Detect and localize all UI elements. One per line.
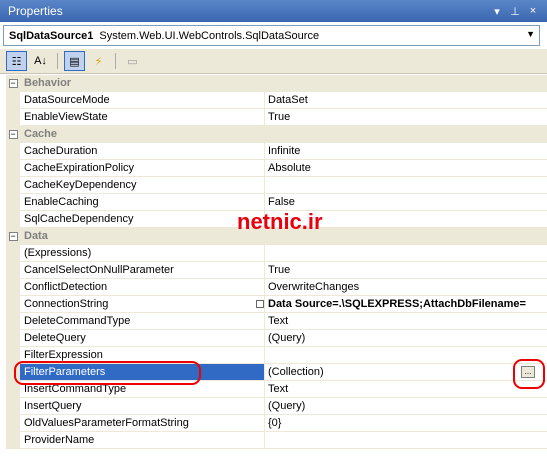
property-value[interactable]: DataSet: [265, 92, 547, 108]
toolbar-separator: [115, 53, 116, 69]
property-value[interactable]: Infinite: [265, 143, 547, 159]
property-value[interactable]: OverwriteChanges: [265, 279, 547, 295]
property-name[interactable]: ConnectionString: [20, 296, 265, 312]
row-gutter: [6, 245, 20, 262]
property-row[interactable]: InsertQuery (Query): [6, 398, 547, 415]
dropdown-window-icon[interactable]: ▾: [489, 3, 505, 19]
row-gutter: [6, 313, 20, 330]
object-selector[interactable]: SqlDataSource1 System.Web.UI.WebControls…: [3, 25, 540, 46]
property-value[interactable]: [265, 347, 547, 363]
window-titlebar: Properties ▾ ⊥ ×: [0, 0, 547, 22]
row-gutter: [6, 296, 20, 313]
property-value[interactable]: Data Source=.\SQLEXPRESS;AttachDbFilenam…: [265, 296, 547, 312]
property-value[interactable]: True: [265, 262, 547, 278]
property-value[interactable]: True: [265, 109, 547, 125]
row-gutter: [6, 398, 20, 415]
property-name[interactable]: CacheKeyDependency: [20, 177, 265, 193]
property-row[interactable]: (Expressions): [6, 245, 547, 262]
property-row[interactable]: ConnectionString Data Source=.\SQLEXPRESS…: [6, 296, 547, 313]
property-name[interactable]: CacheExpirationPolicy: [20, 160, 265, 176]
object-type: System.Web.UI.WebControls.SqlDataSource: [99, 29, 320, 42]
connection-icon: [256, 300, 264, 308]
property-value[interactable]: (Collection): [265, 364, 547, 380]
collapse-icon[interactable]: −: [6, 75, 20, 92]
chevron-down-icon[interactable]: ▼: [526, 29, 535, 39]
property-name[interactable]: DeleteQuery: [20, 330, 265, 346]
row-gutter: [6, 109, 20, 126]
property-name[interactable]: EnableCaching: [20, 194, 265, 210]
events-icon[interactable]: ⚡: [88, 51, 109, 71]
row-gutter: [6, 194, 20, 211]
property-value[interactable]: [265, 432, 547, 448]
property-row[interactable]: CacheDuration Infinite: [6, 143, 547, 160]
row-gutter: [6, 415, 20, 432]
property-value[interactable]: Absolute: [265, 160, 547, 176]
property-value[interactable]: Text: [265, 313, 547, 329]
row-gutter: [6, 92, 20, 109]
row-gutter: [6, 262, 20, 279]
row-gutter: [6, 330, 20, 347]
pin-icon[interactable]: ⊥: [507, 3, 523, 19]
property-value[interactable]: (Query): [265, 330, 547, 346]
highlight-oval-ellipsis: [513, 359, 545, 389]
property-name[interactable]: DataSourceMode: [20, 92, 265, 108]
category-label: Behavior: [24, 77, 72, 89]
property-row[interactable]: ConflictDetection OverwriteChanges: [6, 279, 547, 296]
property-row[interactable]: CacheExpirationPolicy Absolute: [6, 160, 547, 177]
property-name[interactable]: CacheDuration: [20, 143, 265, 159]
close-icon[interactable]: ×: [525, 3, 541, 19]
property-value[interactable]: [265, 177, 547, 193]
property-name[interactable]: CancelSelectOnNullParameter: [20, 262, 265, 278]
collapse-icon[interactable]: −: [6, 126, 20, 143]
property-row[interactable]: DeleteQuery (Query): [6, 330, 547, 347]
toolbar-separator: [57, 53, 58, 69]
category-cache[interactable]: − Cache: [6, 126, 547, 143]
collapse-icon[interactable]: −: [6, 228, 20, 245]
property-value[interactable]: [265, 245, 547, 261]
property-name[interactable]: (Expressions): [20, 245, 265, 261]
category-label: Cache: [24, 128, 58, 140]
row-gutter: [6, 160, 20, 177]
property-row[interactable]: CacheKeyDependency: [6, 177, 547, 194]
property-value[interactable]: (Query): [265, 398, 547, 414]
property-value[interactable]: {0}: [265, 415, 547, 431]
window-title: Properties: [8, 4, 63, 18]
property-pages-icon[interactable]: ▭: [122, 51, 143, 71]
watermark: netnic.ir: [237, 209, 323, 234]
property-name[interactable]: SqlCacheDependency: [20, 211, 265, 227]
row-gutter: [6, 177, 20, 194]
properties-icon[interactable]: ▤: [64, 51, 85, 71]
property-row[interactable]: CancelSelectOnNullParameter True: [6, 262, 547, 279]
property-row[interactable]: ProviderName: [6, 432, 547, 449]
property-name[interactable]: InsertQuery: [20, 398, 265, 414]
property-row[interactable]: OldValuesParameterFormatString {0}: [6, 415, 547, 432]
property-row[interactable]: EnableViewState True: [6, 109, 547, 126]
properties-toolbar: ☷ A↓ ▤ ⚡ ▭: [0, 49, 547, 74]
property-name[interactable]: DeleteCommandType: [20, 313, 265, 329]
row-gutter: [6, 432, 20, 449]
property-name[interactable]: ConflictDetection: [20, 279, 265, 295]
category-label: Data: [24, 230, 48, 242]
property-value[interactable]: Text: [265, 381, 547, 397]
row-gutter: [6, 143, 20, 160]
property-row[interactable]: DeleteCommandType Text: [6, 313, 547, 330]
alphabetical-icon[interactable]: A↓: [30, 51, 51, 71]
property-name[interactable]: OldValuesParameterFormatString: [20, 415, 265, 431]
object-name: SqlDataSource1: [9, 29, 94, 42]
property-name[interactable]: EnableViewState: [20, 109, 265, 125]
category-behavior[interactable]: − Behavior: [6, 75, 547, 92]
categorized-icon[interactable]: ☷: [6, 51, 27, 71]
highlight-oval-filterparameters: [14, 361, 201, 385]
property-grid: − Behavior DataSourceMode DataSet EnableView…: [6, 75, 547, 457]
row-gutter: [6, 279, 20, 296]
property-name[interactable]: ProviderName: [20, 432, 265, 448]
property-row[interactable]: DataSourceMode DataSet: [6, 92, 547, 109]
property-value[interactable]: False: [265, 194, 547, 210]
row-gutter: [6, 211, 20, 228]
